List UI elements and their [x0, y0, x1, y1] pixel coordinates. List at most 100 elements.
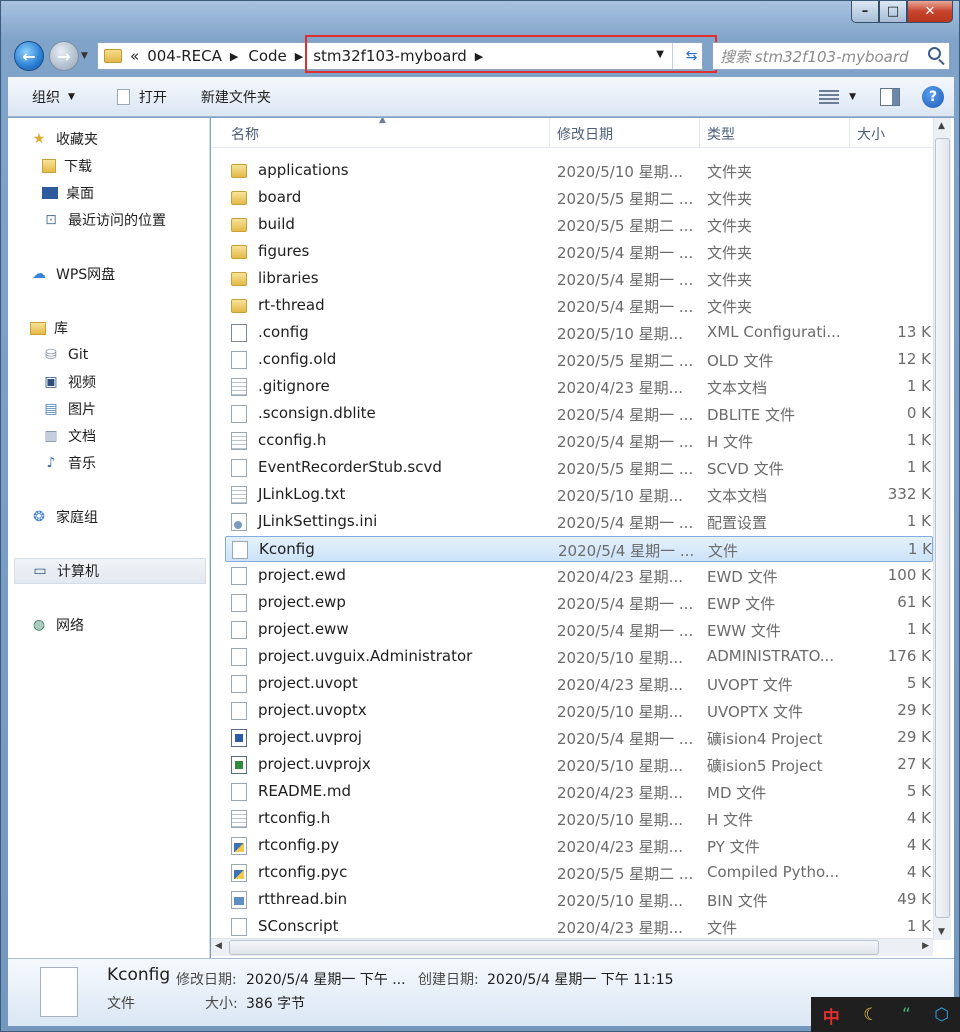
file-row[interactable]: figures 2020/5/4 星期一 ... 文件夹 [225, 239, 933, 265]
breadcrumb-code[interactable]: Code [248, 47, 286, 65]
sidebar-item-favorites[interactable]: ★ 收藏夹 [30, 126, 230, 152]
command-bar: 组织 ▼ 打开 新建文件夹 ▼ ? [8, 77, 954, 117]
caret-down-icon[interactable]: ▼ [849, 92, 856, 102]
file-row[interactable]: project.uvoptx 2020/5/10 星期... UVOPTX 文件 29… [225, 698, 933, 724]
sidebar-item-computer[interactable]: ▭ 计算机 [14, 558, 206, 584]
moon-icon[interactable]: ☾ [863, 1005, 878, 1025]
punctuation-icon[interactable]: “ [902, 1005, 911, 1025]
breadcrumb-current[interactable]: stm32f103-myboard [313, 47, 467, 65]
sidebar-item-libraries[interactable]: 库 [30, 315, 230, 341]
file-row[interactable]: project.uvopt 2020/4/23 星期... UVOPT 文件 5 K [225, 671, 933, 697]
column-divider[interactable] [549, 118, 550, 148]
file-modified-date: 2020/5/10 星期... [557, 811, 683, 829]
chevron-right-icon[interactable]: ▶ [295, 50, 303, 63]
file-row[interactable]: project.ewp 2020/5/4 星期一 ... EWP 文件 61 K [225, 590, 933, 616]
settings-hex-icon[interactable]: ⬡ [934, 1005, 949, 1025]
address-dropdown-icon[interactable]: ▼ [656, 49, 664, 60]
file-size: 1 K [906, 377, 931, 395]
refresh-button[interactable]: ⇆ [672, 43, 702, 69]
file-size: 4 K [906, 809, 931, 827]
file-row[interactable]: board 2020/5/5 星期二 ... 文件夹 [225, 185, 933, 211]
breadcrumb-overflow[interactable]: « [130, 47, 139, 65]
file-name: JLinkSettings.ini [258, 512, 378, 530]
file-row[interactable]: cconfig.h 2020/5/4 星期一 ... H 文件 1 K [225, 428, 933, 454]
file-row[interactable]: JLinkLog.txt 2020/5/10 星期... 文本文档 332 K [225, 482, 933, 508]
file-row[interactable]: .config 2020/5/10 星期... XML Configurati...… [225, 320, 933, 346]
file-row[interactable]: README.md 2020/4/23 星期... MD 文件 5 K [225, 779, 933, 805]
file-name: board [258, 188, 302, 206]
sidebar-item-wps-cloud[interactable]: ☁ WPS网盘 [30, 261, 230, 287]
file-name: project.uvoptx [258, 701, 367, 719]
file-row[interactable]: project.uvprojx 2020/5/10 星期... 礦ision5 Pr… [225, 752, 933, 778]
scroll-down-icon[interactable]: ▼ [938, 927, 945, 937]
scroll-thumb[interactable] [935, 138, 950, 918]
file-row[interactable]: .gitignore 2020/4/23 星期... 文本文档 1 K [225, 374, 933, 400]
search-icon[interactable] [928, 47, 941, 60]
file-row[interactable]: rtconfig.py 2020/4/23 星期... PY 文件 4 K [225, 833, 933, 859]
column-date[interactable]: 修改日期 [557, 124, 613, 144]
column-name[interactable]: 名称 [231, 124, 259, 144]
search-placeholder: 搜索 stm32f103-myboard [720, 47, 909, 66]
file-row[interactable]: project.uvproj 2020/5/4 星期一 ... 礦ision4 Pr… [225, 725, 933, 751]
chevron-right-icon[interactable]: ▶ [475, 50, 483, 63]
file-row[interactable]: project.uvguix.Administrator 2020/5/10 星期… [225, 644, 933, 670]
file-row[interactable]: libraries 2020/5/4 星期一 ... 文件夹 [225, 266, 933, 292]
file-row[interactable]: rtthread.bin 2020/5/10 星期... BIN 文件 49 K [225, 887, 933, 913]
scroll-thumb[interactable] [229, 940, 879, 955]
file-size: 4 K [906, 836, 931, 854]
file-row[interactable]: .config.old 2020/5/5 星期二 ... OLD 文件 12 K [225, 347, 933, 373]
sidebar-item-homegroup[interactable]: ❂ 家庭组 [30, 504, 230, 530]
chevron-right-icon[interactable]: ▶ [230, 50, 238, 63]
vertical-scrollbar[interactable]: ▲ ▼ [933, 118, 951, 940]
file-row[interactable]: Kconfig 2020/5/4 星期一 ... 文件 1 K [225, 536, 933, 562]
forward-button[interactable]: → [49, 41, 79, 71]
organize-button[interactable]: 组织 ▼ [20, 82, 87, 112]
view-options-icon[interactable] [819, 90, 840, 104]
column-divider[interactable] [849, 118, 850, 148]
ime-language-toggle[interactable]: 中 [823, 1003, 840, 1028]
file-modified-date: 2020/5/4 星期一 ... [557, 244, 694, 262]
sidebar-item-network[interactable]: ◍ 网络 [30, 612, 230, 638]
file-name: project.uvprojx [258, 755, 371, 773]
document-library-icon: ▥ [44, 428, 58, 444]
file-row[interactable]: build 2020/5/5 星期二 ... 文件夹 [225, 212, 933, 238]
file-modified-date: 2020/5/10 星期... [557, 703, 683, 721]
scroll-left-icon[interactable]: ◀ [215, 941, 222, 951]
file-modified-date: 2020/5/10 星期... [557, 487, 683, 505]
file-row[interactable]: rtconfig.h 2020/5/10 星期... H 文件 4 K [225, 806, 933, 832]
help-icon[interactable]: ? [922, 86, 944, 108]
sidebar-item-label: Git [68, 347, 89, 363]
file-row[interactable]: project.eww 2020/5/4 星期一 ... EWW 文件 1 K [225, 617, 933, 643]
file-row[interactable]: applications 2020/5/10 星期... 文件夹 [225, 158, 933, 184]
new-folder-button[interactable]: 新建文件夹 [189, 82, 283, 112]
file-row[interactable]: rt-thread 2020/5/4 星期一 ... 文件夹 [225, 293, 933, 319]
file-name: rtthread.bin [258, 890, 348, 908]
window-controls: – □ ✕ [851, 1, 953, 25]
column-type[interactable]: 类型 [707, 124, 735, 144]
file-row[interactable]: JLinkSettings.ini 2020/5/4 星期一 ... 配置设置 1 K [225, 509, 933, 535]
recent-pages-dropdown[interactable]: ▼ [81, 51, 88, 61]
file-row[interactable]: .sconsign.dblite 2020/5/4 星期一 ... DBLITE 文… [225, 401, 933, 427]
column-divider[interactable] [699, 118, 700, 148]
back-button[interactable]: ← [14, 41, 44, 71]
preview-pane-icon[interactable] [880, 88, 900, 106]
file-row[interactable]: SConscript 2020/4/23 星期... 文件 1 K [225, 914, 933, 940]
breadcrumb-004-reca[interactable]: 004-RECA [147, 47, 222, 65]
horizontal-scrollbar[interactable]: ◀ ▶ [211, 938, 933, 956]
file-type: 文件夹 [707, 271, 753, 289]
address-bar[interactable]: « 004-RECA ▶ Code ▶ stm32f103-myboard ▶ … [97, 42, 703, 70]
column-size[interactable]: 大小 [857, 124, 885, 144]
scroll-right-icon[interactable]: ▶ [922, 941, 929, 951]
close-button[interactable]: ✕ [907, 1, 953, 23]
maximize-button[interactable]: □ [879, 1, 907, 23]
scroll-up-icon[interactable]: ▲ [938, 121, 945, 131]
file-row[interactable]: project.ewd 2020/4/23 星期... EWD 文件 100 K [225, 563, 933, 589]
search-input[interactable]: 搜索 stm32f103-myboard [712, 42, 950, 70]
file-row[interactable]: EventRecorderStub.scvd 2020/5/5 星期二 ... SC… [225, 455, 933, 481]
open-button[interactable]: 打开 [105, 82, 179, 112]
file-type: XML Configurati... [707, 323, 841, 341]
folder-icon [231, 191, 247, 205]
file-row[interactable]: rtconfig.pyc 2020/5/5 星期二 ... Compiled Pyt… [225, 860, 933, 886]
file-name: project.uvproj [258, 728, 362, 746]
minimize-button[interactable]: – [851, 1, 879, 23]
